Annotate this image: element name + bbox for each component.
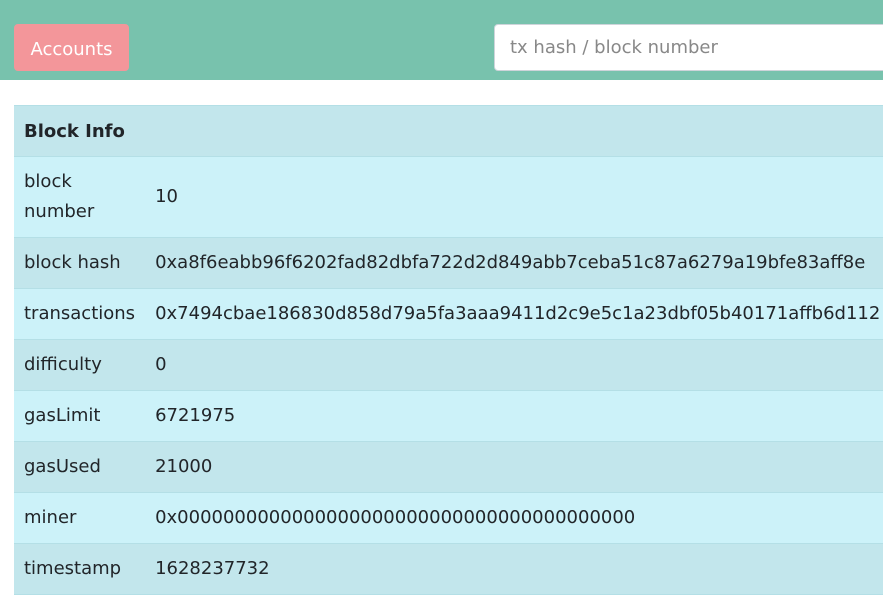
- block-info-header-row: Block Info: [14, 105, 883, 157]
- row-value: 0x7494cbae186830d858d79a5fa3aaa9411d2c9e…: [145, 288, 883, 340]
- row-label: block hash: [14, 237, 146, 289]
- row-label: transactions: [14, 288, 146, 340]
- row-value: 0x00000000000000000000000000000000000000…: [145, 492, 883, 544]
- table-row-difficulty: difficulty 0: [14, 339, 883, 391]
- row-label: difficulty: [14, 339, 146, 391]
- accounts-button[interactable]: Accounts: [14, 24, 129, 71]
- table-row-timestamp: timestamp 1628237732: [14, 543, 883, 595]
- row-value: 0: [145, 339, 883, 391]
- row-label: miner: [14, 492, 146, 544]
- row-label: gasLimit: [14, 390, 146, 442]
- search-input[interactable]: [494, 24, 883, 71]
- table-row-miner: miner 0x00000000000000000000000000000000…: [14, 492, 883, 544]
- row-value: 6721975: [145, 390, 883, 442]
- row-label: block number: [14, 156, 146, 238]
- table-row-transactions: transactions 0x7494cbae186830d858d79a5fa…: [14, 288, 883, 340]
- row-value: 1628237732: [145, 543, 883, 595]
- row-value: 0xa8f6eabb96f6202fad82dbfa722d2d849abb7c…: [145, 237, 883, 289]
- top-navbar: Accounts: [0, 0, 883, 80]
- row-label: gasUsed: [14, 441, 146, 493]
- table-row-block-number: block number 10: [14, 156, 883, 238]
- table-row-gas-used: gasUsed 21000: [14, 441, 883, 493]
- table-row-block-hash: block hash 0xa8f6eabb96f6202fad82dbfa722…: [14, 237, 883, 289]
- table-row-gas-limit: gasLimit 6721975: [14, 390, 883, 442]
- block-info-table: Block Info block number 10 block hash 0x…: [14, 105, 883, 595]
- row-label: timestamp: [14, 543, 146, 595]
- row-value: 10: [145, 156, 883, 238]
- block-info-title: Block Info: [14, 105, 883, 157]
- row-value: 21000: [145, 441, 883, 493]
